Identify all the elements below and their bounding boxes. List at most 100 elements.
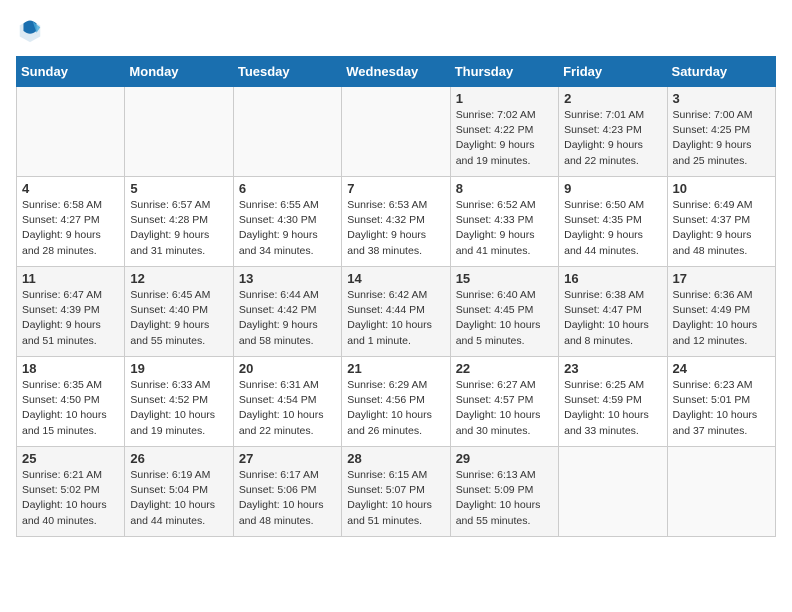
day-cell: 7 Sunrise: 6:53 AM Sunset: 4:32 PM Daylig… bbox=[342, 177, 450, 267]
day-cell: 4 Sunrise: 6:58 AM Sunset: 4:27 PM Daylig… bbox=[17, 177, 125, 267]
day-detail: Sunrise: 7:01 AM Sunset: 4:23 PM Dayligh… bbox=[564, 108, 661, 169]
day-detail: Sunrise: 6:31 AM Sunset: 4:54 PM Dayligh… bbox=[239, 378, 336, 439]
day-detail: Sunrise: 6:25 AM Sunset: 4:59 PM Dayligh… bbox=[564, 378, 661, 439]
day-cell: 20 Sunrise: 6:31 AM Sunset: 4:54 PM Dayli… bbox=[233, 357, 341, 447]
day-cell: 23 Sunrise: 6:25 AM Sunset: 4:59 PM Dayli… bbox=[559, 357, 667, 447]
day-cell: 6 Sunrise: 6:55 AM Sunset: 4:30 PM Daylig… bbox=[233, 177, 341, 267]
day-cell: 3 Sunrise: 7:00 AM Sunset: 4:25 PM Daylig… bbox=[667, 87, 775, 177]
day-cell: 22 Sunrise: 6:27 AM Sunset: 4:57 PM Dayli… bbox=[450, 357, 558, 447]
day-cell: 27Sunrise: 6:17 AM Sunset: 5:06 PM Dayli… bbox=[233, 447, 341, 537]
day-detail: Sunrise: 6:13 AM Sunset: 5:09 PM Dayligh… bbox=[456, 468, 553, 529]
day-number: 22 bbox=[456, 361, 553, 376]
day-number: 2 bbox=[564, 91, 661, 106]
day-cell bbox=[17, 87, 125, 177]
header-day-monday: Monday bbox=[125, 57, 233, 87]
day-cell bbox=[559, 447, 667, 537]
day-number: 20 bbox=[239, 361, 336, 376]
day-cell: 12 Sunrise: 6:45 AM Sunset: 4:40 PM Dayli… bbox=[125, 267, 233, 357]
day-number: 25 bbox=[22, 451, 119, 466]
day-detail: Sunrise: 6:57 AM Sunset: 4:28 PM Dayligh… bbox=[130, 198, 227, 259]
day-cell bbox=[233, 87, 341, 177]
day-number: 16 bbox=[564, 271, 661, 286]
header-day-sunday: Sunday bbox=[17, 57, 125, 87]
day-number: 14 bbox=[347, 271, 444, 286]
day-number: 19 bbox=[130, 361, 227, 376]
day-cell: 18Sunrise: 6:35 AM Sunset: 4:50 PM Dayli… bbox=[17, 357, 125, 447]
day-detail: Sunrise: 6:21 AM Sunset: 5:02 PM Dayligh… bbox=[22, 468, 119, 529]
week-row-4: 25 Sunrise: 6:21 AM Sunset: 5:02 PM Dayli… bbox=[17, 447, 776, 537]
day-number: 12 bbox=[130, 271, 227, 286]
day-cell: 10 Sunrise: 6:49 AM Sunset: 4:37 PM Dayli… bbox=[667, 177, 775, 267]
logo bbox=[16, 16, 50, 44]
day-number: 23 bbox=[564, 361, 661, 376]
day-cell bbox=[125, 87, 233, 177]
day-cell: 24 Sunrise: 6:23 AM Sunset: 5:01 PM Dayli… bbox=[667, 357, 775, 447]
day-detail: Sunrise: 6:50 AM Sunset: 4:35 PM Dayligh… bbox=[564, 198, 661, 259]
day-detail: Sunrise: 6:27 AM Sunset: 4:57 PM Dayligh… bbox=[456, 378, 553, 439]
week-row-3: 18Sunrise: 6:35 AM Sunset: 4:50 PM Dayli… bbox=[17, 357, 776, 447]
day-number: 5 bbox=[130, 181, 227, 196]
day-number: 1 bbox=[456, 91, 553, 106]
week-row-2: 11 Sunrise: 6:47 AM Sunset: 4:39 PM Dayli… bbox=[17, 267, 776, 357]
day-number: 9 bbox=[564, 181, 661, 196]
day-cell: 29 Sunrise: 6:13 AM Sunset: 5:09 PM Dayli… bbox=[450, 447, 558, 537]
header-day-tuesday: Tuesday bbox=[233, 57, 341, 87]
day-detail: Sunrise: 6:58 AM Sunset: 4:27 PM Dayligh… bbox=[22, 198, 119, 259]
day-cell: 14 Sunrise: 6:42 AM Sunset: 4:44 PM Dayli… bbox=[342, 267, 450, 357]
day-cell: 17 Sunrise: 6:36 AM Sunset: 4:49 PM Dayli… bbox=[667, 267, 775, 357]
day-detail: Sunrise: 6:35 AM Sunset: 4:50 PM Dayligh… bbox=[22, 378, 119, 439]
day-cell: 28 Sunrise: 6:15 AM Sunset: 5:07 PM Dayli… bbox=[342, 447, 450, 537]
day-cell: 16 Sunrise: 6:38 AM Sunset: 4:47 PM Dayli… bbox=[559, 267, 667, 357]
week-row-0: 1 Sunrise: 7:02 AM Sunset: 4:22 PM Daylig… bbox=[17, 87, 776, 177]
page: SundayMondayTuesdayWednesdayThursdayFrid… bbox=[0, 0, 792, 547]
day-detail: Sunrise: 6:45 AM Sunset: 4:40 PM Dayligh… bbox=[130, 288, 227, 349]
day-number: 11 bbox=[22, 271, 119, 286]
day-cell: 9 Sunrise: 6:50 AM Sunset: 4:35 PM Daylig… bbox=[559, 177, 667, 267]
header-day-saturday: Saturday bbox=[667, 57, 775, 87]
day-cell: 11 Sunrise: 6:47 AM Sunset: 4:39 PM Dayli… bbox=[17, 267, 125, 357]
day-number: 17 bbox=[673, 271, 770, 286]
day-cell: 1 Sunrise: 7:02 AM Sunset: 4:22 PM Daylig… bbox=[450, 87, 558, 177]
day-detail: Sunrise: 6:23 AM Sunset: 5:01 PM Dayligh… bbox=[673, 378, 770, 439]
day-number: 7 bbox=[347, 181, 444, 196]
header-day-thursday: Thursday bbox=[450, 57, 558, 87]
day-detail: Sunrise: 6:19 AM Sunset: 5:04 PM Dayligh… bbox=[130, 468, 227, 529]
day-cell: 25 Sunrise: 6:21 AM Sunset: 5:02 PM Dayli… bbox=[17, 447, 125, 537]
day-cell: 8 Sunrise: 6:52 AM Sunset: 4:33 PM Daylig… bbox=[450, 177, 558, 267]
header bbox=[16, 16, 776, 44]
day-detail: Sunrise: 6:36 AM Sunset: 4:49 PM Dayligh… bbox=[673, 288, 770, 349]
day-cell bbox=[667, 447, 775, 537]
day-cell: 13Sunrise: 6:44 AM Sunset: 4:42 PM Dayli… bbox=[233, 267, 341, 357]
day-detail: Sunrise: 6:53 AM Sunset: 4:32 PM Dayligh… bbox=[347, 198, 444, 259]
day-detail: Sunrise: 7:00 AM Sunset: 4:25 PM Dayligh… bbox=[673, 108, 770, 169]
week-row-1: 4 Sunrise: 6:58 AM Sunset: 4:27 PM Daylig… bbox=[17, 177, 776, 267]
day-number: 15 bbox=[456, 271, 553, 286]
day-cell: 5 Sunrise: 6:57 AM Sunset: 4:28 PM Daylig… bbox=[125, 177, 233, 267]
day-number: 28 bbox=[347, 451, 444, 466]
day-number: 24 bbox=[673, 361, 770, 376]
day-detail: Sunrise: 6:49 AM Sunset: 4:37 PM Dayligh… bbox=[673, 198, 770, 259]
day-detail: Sunrise: 6:38 AM Sunset: 4:47 PM Dayligh… bbox=[564, 288, 661, 349]
day-number: 26 bbox=[130, 451, 227, 466]
day-detail: Sunrise: 6:33 AM Sunset: 4:52 PM Dayligh… bbox=[130, 378, 227, 439]
day-number: 29 bbox=[456, 451, 553, 466]
day-number: 13 bbox=[239, 271, 336, 286]
day-cell bbox=[342, 87, 450, 177]
day-number: 6 bbox=[239, 181, 336, 196]
day-detail: Sunrise: 7:02 AM Sunset: 4:22 PM Dayligh… bbox=[456, 108, 553, 169]
day-detail: Sunrise: 6:40 AM Sunset: 4:45 PM Dayligh… bbox=[456, 288, 553, 349]
day-detail: Sunrise: 6:47 AM Sunset: 4:39 PM Dayligh… bbox=[22, 288, 119, 349]
day-detail: Sunrise: 6:15 AM Sunset: 5:07 PM Dayligh… bbox=[347, 468, 444, 529]
day-detail: Sunrise: 6:52 AM Sunset: 4:33 PM Dayligh… bbox=[456, 198, 553, 259]
day-number: 3 bbox=[673, 91, 770, 106]
day-cell: 2 Sunrise: 7:01 AM Sunset: 4:23 PM Daylig… bbox=[559, 87, 667, 177]
day-number: 4 bbox=[22, 181, 119, 196]
day-cell: 15 Sunrise: 6:40 AM Sunset: 4:45 PM Dayli… bbox=[450, 267, 558, 357]
day-detail: Sunrise: 6:42 AM Sunset: 4:44 PM Dayligh… bbox=[347, 288, 444, 349]
day-number: 10 bbox=[673, 181, 770, 196]
header-row: SundayMondayTuesdayWednesdayThursdayFrid… bbox=[17, 57, 776, 87]
day-detail: Sunrise: 6:55 AM Sunset: 4:30 PM Dayligh… bbox=[239, 198, 336, 259]
header-day-friday: Friday bbox=[559, 57, 667, 87]
day-number: 8 bbox=[456, 181, 553, 196]
calendar-table: SundayMondayTuesdayWednesdayThursdayFrid… bbox=[16, 56, 776, 537]
